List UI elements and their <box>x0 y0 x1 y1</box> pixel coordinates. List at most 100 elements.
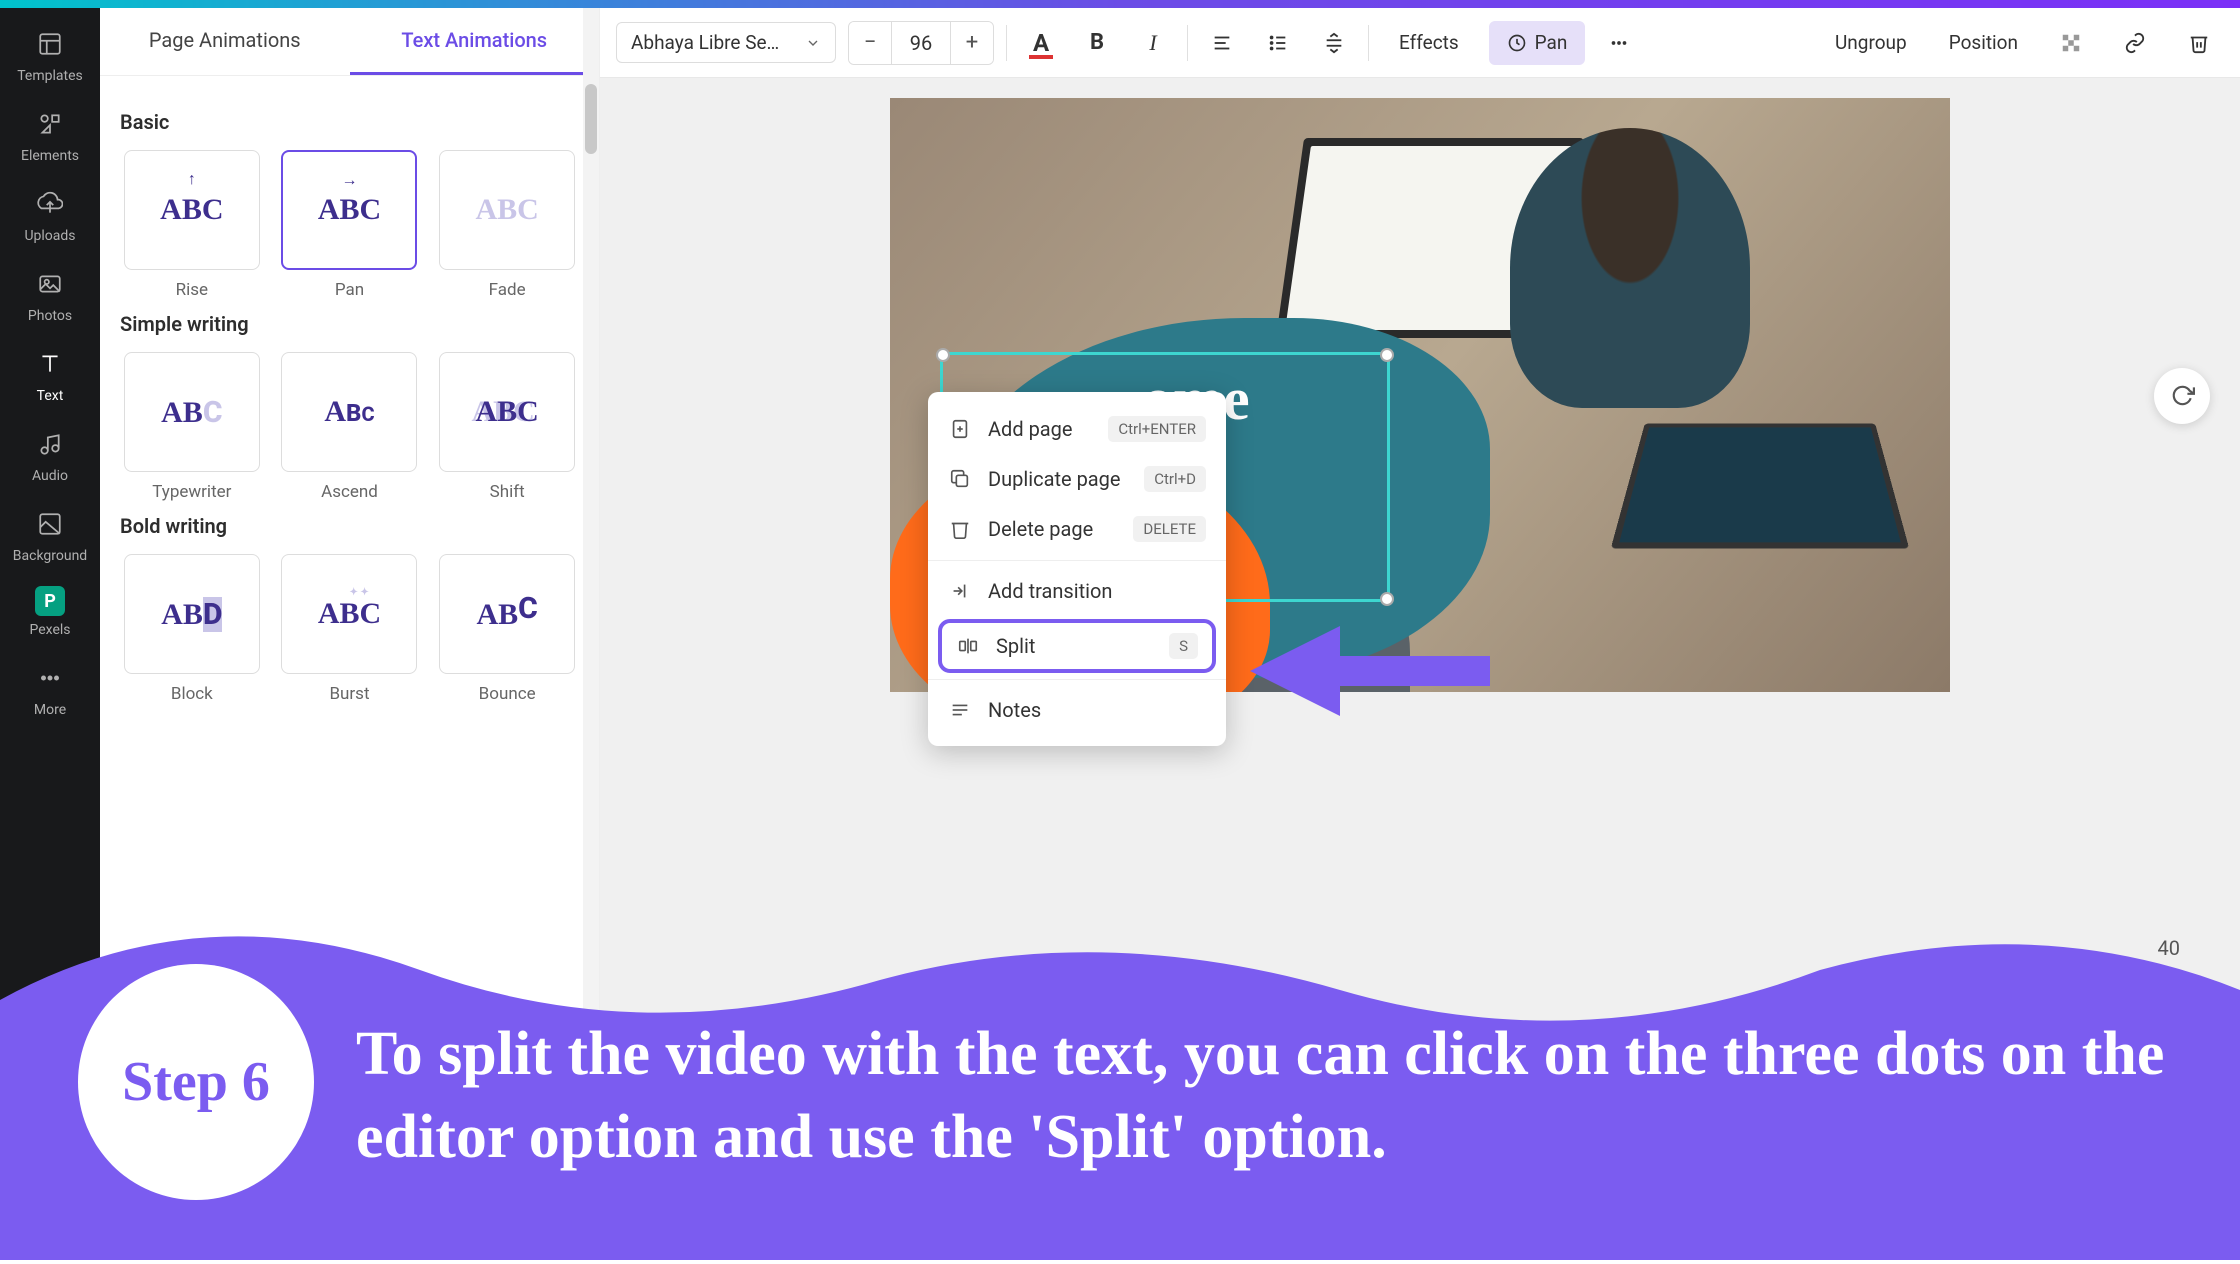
anim-shift[interactable]: ABC <box>439 352 575 472</box>
anim-label: Bounce <box>479 684 536 704</box>
sidebar-item-templates[interactable]: Templates <box>17 26 83 84</box>
menu-duplicate-page[interactable]: Duplicate page Ctrl+D <box>928 454 1226 504</box>
scroll-thumb[interactable] <box>585 84 597 154</box>
menu-shortcut: Ctrl+ENTER <box>1108 416 1206 442</box>
menu-shortcut: Ctrl+D <box>1144 466 1206 492</box>
sidebar-item-more[interactable]: More <box>32 660 68 718</box>
sidebar-label: More <box>34 702 66 718</box>
background-icon <box>32 506 68 542</box>
menu-label: Duplicate page <box>988 467 1121 491</box>
sidebar-item-audio[interactable]: Audio <box>32 426 68 484</box>
step-badge: Step 6 <box>78 964 314 1200</box>
sidebar-item-text[interactable]: Text <box>32 346 68 404</box>
transition-icon <box>948 579 972 603</box>
bold-button[interactable]: B <box>1075 21 1119 65</box>
effects-button[interactable]: Effects <box>1381 21 1477 65</box>
resize-handle[interactable] <box>1380 348 1394 362</box>
uploads-icon <box>32 186 68 222</box>
more-icon <box>32 660 68 696</box>
sidebar-item-background[interactable]: Background <box>13 506 87 564</box>
anim-label: Typewriter <box>152 482 231 502</box>
anim-label: Ascend <box>321 482 378 502</box>
refresh-icon <box>2169 383 2195 409</box>
anim-label: Shift <box>490 482 525 502</box>
add-page-icon <box>948 417 972 441</box>
section-basic-title: Basic <box>120 110 579 134</box>
chevron-down-icon <box>805 35 821 51</box>
sidebar-label: Pexels <box>29 622 70 638</box>
menu-notes[interactable]: Notes <box>928 686 1226 734</box>
list-button[interactable] <box>1256 21 1300 65</box>
sidebar-item-uploads[interactable]: Uploads <box>24 186 75 244</box>
resize-handle[interactable] <box>936 348 950 362</box>
section-simple-title: Simple writing <box>120 312 579 336</box>
sidebar-label: Uploads <box>24 228 75 244</box>
sidebar-item-elements[interactable]: Elements <box>21 106 79 164</box>
resize-handle[interactable] <box>1380 592 1394 606</box>
spacing-button[interactable] <box>1312 21 1356 65</box>
animation-tabs: Page Animations Text Animations <box>100 8 599 76</box>
sidebar-label: Elements <box>21 148 79 164</box>
anim-label: Rise <box>176 280 208 300</box>
photos-icon <box>32 266 68 302</box>
anim-fade[interactable]: ABC <box>439 150 575 270</box>
tutorial-overlay: Step 6 To split the video with the text,… <box>0 880 2240 1260</box>
top-toolbar: Abhaya Libre Se… − + A B I Effects Pan U… <box>600 8 2240 78</box>
transparency-button[interactable] <box>2046 21 2096 65</box>
size-decrease-button[interactable]: − <box>849 22 891 64</box>
text-color-button[interactable]: A <box>1019 21 1063 65</box>
anim-bounce[interactable]: ABC <box>439 554 575 674</box>
trash-icon <box>948 517 972 541</box>
sidebar-label: Templates <box>17 68 83 84</box>
anim-ascend[interactable]: ABC <box>281 352 417 472</box>
section-bold-title: Bold writing <box>120 514 579 538</box>
menu-label: Add transition <box>988 579 1112 603</box>
menu-label: Add page <box>988 417 1073 441</box>
anim-typewriter[interactable]: ABC <box>124 352 260 472</box>
menu-add-transition[interactable]: Add transition <box>928 567 1226 615</box>
font-size-control: − + <box>848 21 994 65</box>
person-graphic <box>1510 128 1750 408</box>
sidebar-item-photos[interactable]: Photos <box>28 266 72 324</box>
anim-label: Fade <box>489 280 526 300</box>
step-label: Step 6 <box>122 1050 270 1114</box>
notes-icon <box>948 698 972 722</box>
sidebar-label: Photos <box>28 308 72 324</box>
page-context-menu: Add page Ctrl+ENTER Duplicate page Ctrl+… <box>928 392 1226 746</box>
menu-separator <box>928 560 1226 561</box>
align-button[interactable] <box>1200 21 1244 65</box>
delete-button[interactable] <box>2174 21 2224 65</box>
pan-animate-button[interactable]: Pan <box>1489 21 1586 65</box>
menu-label: Delete page <box>988 517 1093 541</box>
anim-label: Burst <box>329 684 369 704</box>
top-gradient-bar <box>0 0 2240 8</box>
position-button[interactable]: Position <box>1935 21 2032 65</box>
font-name: Abhaya Libre Se… <box>631 31 779 54</box>
anim-block[interactable]: ABD <box>124 554 260 674</box>
sidebar-label: Background <box>13 548 87 564</box>
tab-page-animations[interactable]: Page Animations <box>100 8 350 75</box>
link-button[interactable] <box>2110 21 2160 65</box>
more-options-button[interactable] <box>1597 21 1641 65</box>
tab-text-animations[interactable]: Text Animations <box>350 8 600 75</box>
menu-separator <box>928 679 1226 680</box>
refresh-preview-button[interactable] <box>2154 368 2210 424</box>
elements-icon <box>32 106 68 142</box>
menu-delete-page[interactable]: Delete page DELETE <box>928 504 1226 554</box>
sidebar-label: Text <box>37 388 64 404</box>
font-size-input[interactable] <box>891 22 951 64</box>
font-selector[interactable]: Abhaya Libre Se… <box>616 22 836 63</box>
ungroup-button[interactable]: Ungroup <box>1821 21 1921 65</box>
anim-pan[interactable]: →ABC <box>281 150 417 270</box>
anim-label: Pan <box>335 280 364 300</box>
anim-burst[interactable]: ✦ ✦ABC <box>281 554 417 674</box>
sidebar-label: Audio <box>32 468 68 484</box>
italic-button[interactable]: I <box>1131 21 1175 65</box>
split-icon <box>956 634 980 658</box>
duplicate-icon <box>948 467 972 491</box>
menu-split[interactable]: Split S <box>938 619 1216 673</box>
sidebar-item-pexels[interactable]: P Pexels <box>29 586 70 638</box>
size-increase-button[interactable]: + <box>951 22 993 64</box>
anim-rise[interactable]: ↑ABC <box>124 150 260 270</box>
menu-add-page[interactable]: Add page Ctrl+ENTER <box>928 404 1226 454</box>
